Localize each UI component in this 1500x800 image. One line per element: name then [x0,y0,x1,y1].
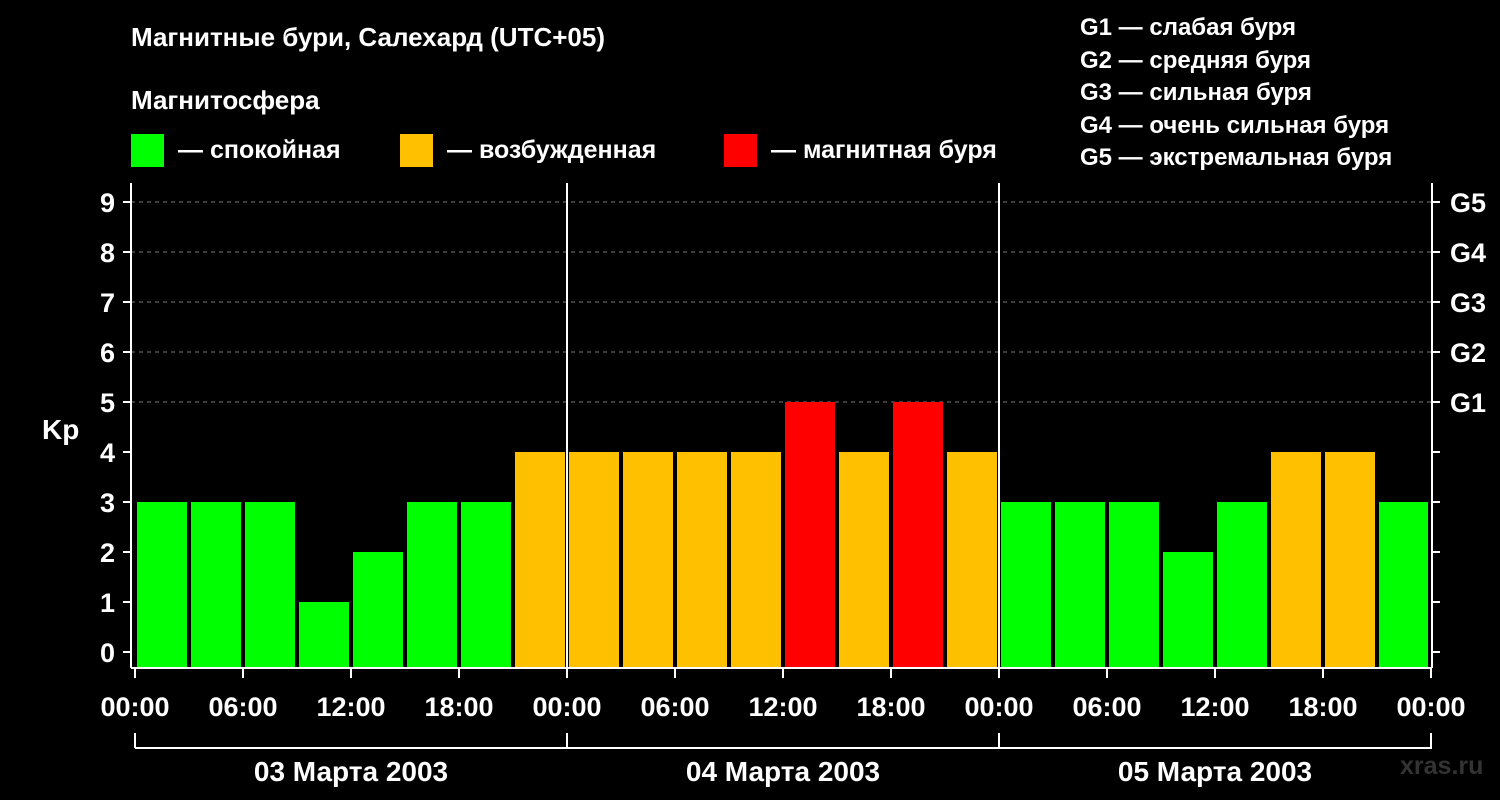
g-legend-g5: G5 — экстремальная буря [1080,144,1393,171]
y-axis-label: Kp [42,414,79,445]
y-tick-label: 8 [100,238,115,268]
kp-bar [1109,502,1159,668]
kp-bar [785,402,835,668]
x-tick-label: 06:00 [640,692,709,722]
x-tick-label: 18:00 [856,692,925,722]
legend-item-storm: — магнитная буря [724,133,997,167]
page-title: Магнитные бури, Салехард (UTC+05) [131,22,606,52]
kp-bar [1379,502,1428,668]
kp-bar [623,452,673,668]
y-tick-label: 6 [100,338,115,368]
x-tick-label: 06:00 [1072,692,1141,722]
x-tick-label: 12:00 [748,692,817,722]
kp-bar [1163,552,1213,668]
kp-bar [677,452,727,668]
x-tick-label: 18:00 [1288,692,1357,722]
y-tick-label: 5 [100,388,115,418]
legend-label-quiet: — спокойная [178,135,341,164]
kp-bar [407,502,457,668]
day-label: 03 Марта 2003 [254,756,448,787]
legend-swatch-storm [724,133,757,167]
x-tick-label: 06:00 [208,692,277,722]
kp-bar [731,452,781,668]
day-label: 04 Марта 2003 [686,756,880,787]
y-tick-label: 9 [100,188,115,218]
legend-item-quiet: — спокойная [131,133,341,167]
kp-bar [1325,452,1375,668]
x-tick-label: 00:00 [964,692,1033,722]
x-tick-label: 00:00 [532,692,601,722]
kp-bar [1055,502,1105,668]
g-level-label: G5 [1450,188,1486,218]
g-level-label: G4 [1450,238,1486,268]
kp-bar [353,552,403,668]
legend-label-storm: — магнитная буря [771,135,997,164]
storm-level-legend: G1 — слабая буря G2 — средняя буря G3 — … [1080,12,1392,175]
y-tick-label: 0 [100,638,115,668]
x-tick-label: 12:00 [316,692,385,722]
g-legend-g4: G4 — очень сильная буря [1080,111,1390,139]
kp-bar [461,502,511,668]
g-level-label: G2 [1450,338,1486,368]
legend-label-active: — возбужденная [447,135,657,164]
kp-bar [839,452,889,668]
chart-subtitle: Магнитосфера [131,85,320,115]
day-label: 05 Марта 2003 [1118,756,1312,787]
g-legend-g2: G2 — средняя буря [1080,46,1311,74]
x-tick-label: 18:00 [424,692,493,722]
kp-bar [1217,502,1267,668]
legend-swatch-quiet [131,133,164,167]
y-tick-label: 7 [100,288,115,318]
x-tick-label: 00:00 [100,692,169,722]
x-tick-label: 12:00 [1180,692,1249,722]
legend-item-active: — возбужденная [400,133,656,167]
g-legend-g3: G3 — сильная буря [1080,79,1312,106]
kp-bar [191,502,241,668]
watermark: xras.ru [1400,752,1484,780]
y-tick-label: 2 [100,538,115,568]
kp-bar [569,452,619,668]
kp-bar [515,452,565,668]
kp-bar [893,402,943,668]
g-level-label: G1 [1450,388,1486,418]
kp-bar [245,502,295,668]
kp-bar [137,502,187,668]
kp-bar [1001,502,1051,668]
legend-swatch-active [400,133,433,167]
y-tick-label: 1 [100,588,115,618]
kp-bar [299,602,349,668]
g-legend-g1: G1 — слабая буря [1080,14,1297,41]
g-level-label: G3 [1450,288,1486,318]
y-tick-label: 4 [100,438,115,468]
y-tick-label: 3 [100,488,115,518]
kp-bar [947,452,997,668]
x-tick-label: 00:00 [1396,692,1465,722]
kp-bar [1271,452,1321,668]
